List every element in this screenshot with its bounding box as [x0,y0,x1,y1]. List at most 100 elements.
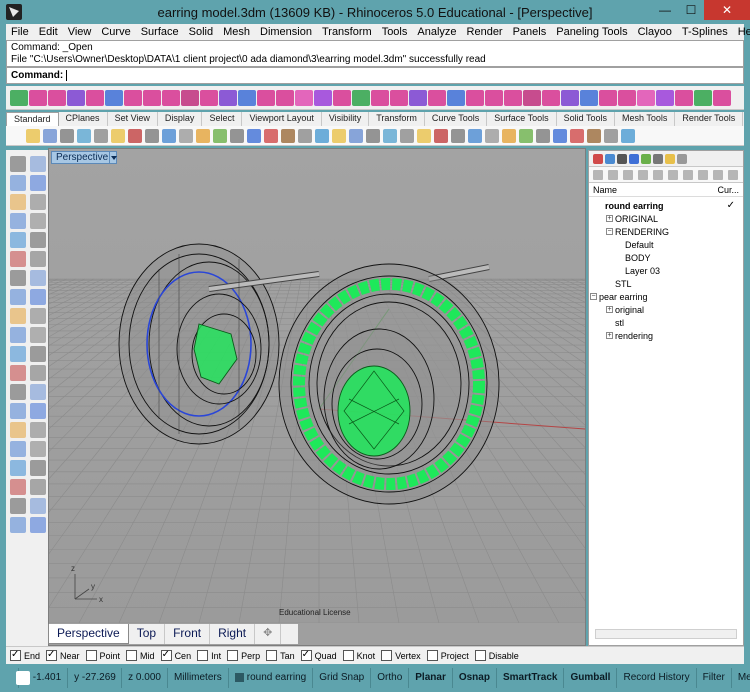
standard-tool-icon[interactable] [468,128,482,143]
menu-curve[interactable]: Curve [96,26,135,38]
layer-row[interactable]: + original [606,305,644,317]
plugin-tool-icon[interactable] [29,89,47,106]
osnap-checkbox[interactable] [46,649,58,661]
menu-view[interactable]: View [63,26,97,38]
standard-tool-icon[interactable] [417,128,431,143]
layer-row[interactable]: BODY [625,253,651,265]
menu-mesh[interactable]: Mesh [218,26,255,38]
left-tool-icon[interactable] [30,517,46,533]
left-tool-icon[interactable] [10,232,26,248]
tab-surface-tools[interactable]: Surface Tools [487,112,557,126]
left-tool-icon[interactable] [30,194,46,210]
standard-tool-icon[interactable] [162,128,176,143]
osnap-checkbox[interactable] [10,649,21,661]
standard-tool-icon[interactable] [621,128,635,143]
layer-row[interactable]: − RENDERING [606,227,669,239]
left-tool-icon[interactable] [10,308,26,324]
plugin-tool-icon[interactable] [428,89,446,106]
osnap-perp[interactable]: Perp [227,650,260,661]
filter-toggle[interactable]: Filter [697,668,732,688]
layer-row[interactable]: round earring [605,201,664,213]
standard-tool-icon[interactable] [604,128,618,143]
left-tool-icon[interactable] [10,517,26,533]
expand-toggle-icon[interactable]: + [606,332,613,339]
standard-tool-icon[interactable] [536,128,550,143]
standard-tool-icon[interactable] [26,128,40,143]
plugin-tool-icon[interactable] [466,89,484,106]
new-viewport-tab-icon[interactable]: ✥ [255,624,282,644]
left-tool-icon[interactable] [30,498,46,514]
layer-row[interactable]: + ORIGINAL [606,214,658,226]
osnap-cen[interactable]: Cen [160,649,191,661]
standard-tool-icon[interactable] [213,128,227,143]
plugin-tool-icon[interactable] [105,89,123,106]
left-tool-icon[interactable] [30,251,46,267]
planar-toggle[interactable]: Planar [409,668,453,688]
plugin-tool-icon[interactable] [181,89,199,106]
tab-curve-tools[interactable]: Curve Tools [425,112,488,126]
close-button[interactable]: ✕ [704,0,750,20]
plugin-tool-icon[interactable] [694,89,712,106]
left-tool-icon[interactable] [10,365,26,381]
maximize-button[interactable]: ☐ [678,0,704,20]
plugin-tool-icon[interactable] [713,89,731,106]
osnap-quad[interactable]: Quad [300,649,337,661]
tab-solid-tools[interactable]: Solid Tools [557,112,615,126]
osnap-checkbox[interactable] [381,650,393,661]
panel-horizontal-scrollbar[interactable] [595,629,737,639]
tab-transform[interactable]: Transform [369,112,425,126]
osnap-end[interactable]: End [10,649,40,661]
left-tool-icon[interactable] [10,194,26,210]
tab-set-view[interactable]: Set View [108,112,158,126]
grid-snap-toggle[interactable]: Grid Snap [313,668,372,688]
menu-panels[interactable]: Panels [508,26,552,38]
osnap-point[interactable]: Point [85,650,120,661]
plugin-tool-icon[interactable] [390,89,408,106]
standard-tool-icon[interactable] [281,128,295,143]
osnap-checkbox[interactable] [197,650,209,661]
left-tool-icon[interactable] [10,251,26,267]
left-tool-icon[interactable] [30,289,46,305]
tab-visibility[interactable]: Visibility [322,112,370,126]
left-tool-icon[interactable] [30,365,46,381]
left-tool-icon[interactable] [30,441,46,457]
osnap-checkbox[interactable] [160,649,172,661]
current-layer-check-icon[interactable]: ✓ [727,200,735,211]
standard-tool-icon[interactable] [196,128,210,143]
menu-solid[interactable]: Solid [184,26,218,38]
left-tool-icon[interactable] [10,384,26,400]
left-tool-icon[interactable] [30,308,46,324]
plugin-tool-icon[interactable] [485,89,503,106]
left-tool-icon[interactable] [30,327,46,343]
osnap-checkbox[interactable] [85,650,97,661]
plugin-tool-icon[interactable] [314,89,332,106]
left-tool-icon[interactable] [30,270,46,286]
left-tool-icon[interactable] [30,384,46,400]
plugin-tool-icon[interactable] [675,89,693,106]
osnap-tan[interactable]: Tan [266,650,295,661]
left-tool-icon[interactable] [30,422,46,438]
plugin-tool-icon[interactable] [542,89,560,106]
panel-tab-icon[interactable] [629,154,639,164]
command-line[interactable]: Command: [6,67,744,84]
plugin-tool-icon[interactable] [238,89,256,106]
left-tool-icon[interactable] [30,213,46,229]
standard-tool-icon[interactable] [179,128,193,143]
tab-render-tools[interactable]: Render Tools [675,112,744,126]
smarttrack-toggle[interactable]: SmartTrack [497,668,565,688]
standard-tool-icon[interactable] [502,128,516,143]
menu-help[interactable]: Help [733,26,750,38]
layer-tool-icon[interactable] [698,170,708,180]
osnap-checkbox[interactable] [266,650,278,661]
plugin-tool-icon[interactable] [333,89,351,106]
osnap-checkbox[interactable] [474,650,486,661]
layer-tool-icon[interactable] [713,170,723,180]
left-tool-icon[interactable] [10,346,26,362]
standard-tool-icon[interactable] [383,128,397,143]
standard-tool-icon[interactable] [128,128,142,143]
panel-tab-icon[interactable] [677,154,687,164]
osnap-vertex[interactable]: Vertex [381,650,421,661]
viewport-title[interactable]: Perspective [51,151,114,164]
plugin-tool-icon[interactable] [523,89,541,106]
tab-mesh-tools[interactable]: Mesh Tools [615,112,676,126]
